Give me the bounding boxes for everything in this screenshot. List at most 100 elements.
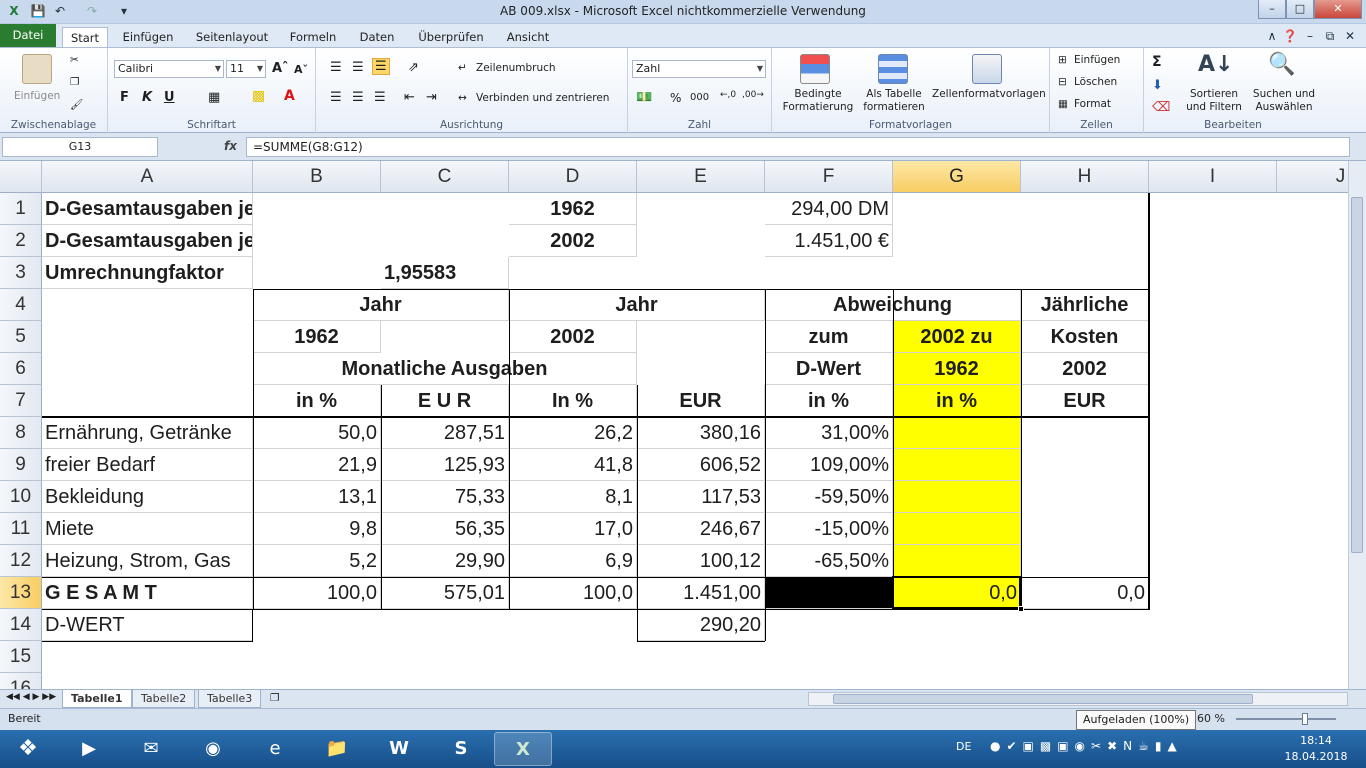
align-right-icon[interactable]: ☰ (374, 90, 386, 105)
cell-f8[interactable]: 31,00% (765, 417, 893, 449)
minimize-ribbon-icon[interactable]: ∧ (1264, 28, 1280, 44)
sheet-tab-1[interactable]: Tabelle1 (62, 690, 132, 708)
wrap-text-button[interactable]: Zeilenumbruch (476, 62, 556, 74)
cell-b4[interactable]: Jahr (253, 289, 509, 321)
italic-icon[interactable]: K (142, 90, 152, 105)
new-sheet-icon[interactable]: ❐ (270, 692, 279, 704)
column-header-c[interactable]: C (381, 161, 509, 193)
close-button[interactable]: ✕ (1314, 0, 1362, 19)
cell-c3[interactable]: 1,95583 (381, 257, 509, 289)
orientation-icon[interactable]: ⇗ (408, 60, 419, 75)
percent-icon[interactable]: % (670, 91, 681, 105)
cell-b9[interactable]: 21,9 (253, 449, 381, 481)
column-header-e[interactable]: E (637, 161, 765, 193)
cell-c11[interactable]: 56,35 (381, 513, 509, 545)
cell-g11[interactable] (893, 513, 1021, 545)
cell-h7[interactable]: EUR (1021, 385, 1149, 417)
horizontal-scrollbar[interactable] (808, 692, 1348, 706)
cell-a8[interactable]: Ernährung, Getränke (42, 417, 253, 449)
align-center-icon[interactable]: ☰ (352, 90, 364, 105)
tab-view[interactable]: Ansicht (502, 27, 554, 47)
row-header-13[interactable]: 13 (0, 577, 42, 609)
row-header-2[interactable]: 2 (0, 225, 42, 257)
doc-minimize-icon[interactable]: – (1302, 28, 1318, 44)
cell-h6[interactable]: 2002 (1021, 353, 1149, 385)
cell-e13[interactable]: 1.451,00 (637, 577, 765, 609)
name-box[interactable]: G13 (2, 137, 158, 157)
clock-date[interactable]: 18.04.2018 (1282, 750, 1350, 763)
row-header-11[interactable]: 11 (0, 513, 42, 545)
cell-g5[interactable]: 2002 zu (893, 321, 1021, 353)
underline-icon[interactable]: U (164, 90, 175, 105)
skype-icon[interactable]: S (432, 732, 490, 766)
tab-review[interactable]: Überprüfen (414, 27, 488, 47)
paste-button[interactable]: Einfügen (14, 90, 60, 102)
vertical-scroll-thumb[interactable] (1351, 197, 1363, 553)
formula-input[interactable]: =SUMME(G8:G12) (246, 137, 1350, 157)
find-select-button[interactable]: Suchen und Auswählen (1248, 88, 1320, 114)
insert-cells-button[interactable]: Einfügen (1074, 54, 1120, 66)
align-left-icon[interactable]: ☰ (330, 90, 342, 105)
cell-g13[interactable]: 0,0 (893, 577, 1021, 609)
delete-cells-button[interactable]: Löschen (1074, 76, 1117, 88)
thousands-icon[interactable]: 000 (690, 92, 709, 103)
word-icon[interactable]: W (370, 732, 428, 766)
row-header-14[interactable]: 14 (0, 609, 42, 641)
cell-a13[interactable]: G E S A M T (42, 577, 253, 609)
cell-c13[interactable]: 575,01 (381, 577, 509, 609)
borders-icon[interactable]: ▦ (208, 90, 220, 105)
zoom-slider[interactable] (1232, 713, 1342, 725)
cell-e10[interactable]: 117,53 (637, 481, 765, 513)
row-header-8[interactable]: 8 (0, 417, 42, 449)
currency-icon[interactable]: 💵 (636, 90, 652, 105)
language-indicator[interactable]: DE (956, 740, 971, 753)
doc-close-icon[interactable]: ✕ (1342, 28, 1358, 44)
tab-file[interactable]: Datei (0, 24, 56, 47)
firefox-icon[interactable]: ◉ (184, 732, 242, 766)
thunderbird-icon[interactable]: ✉ (122, 732, 180, 766)
column-header-d[interactable]: D (509, 161, 637, 193)
cell-b13[interactable]: 100,0 (253, 577, 381, 609)
sheet-tab-2[interactable]: Tabelle2 (132, 690, 196, 708)
font-name-combo[interactable]: Calibri ▼ (114, 60, 224, 78)
tab-start[interactable]: Start (62, 27, 108, 47)
cell-f6[interactable]: D-Wert (765, 353, 893, 385)
cell-a10[interactable]: Bekleidung (42, 481, 253, 513)
column-header-b[interactable]: B (253, 161, 381, 193)
cell-d7[interactable]: In % (509, 385, 637, 417)
cell-e9[interactable]: 606,52 (637, 449, 765, 481)
cell-d13[interactable]: 100,0 (509, 577, 637, 609)
align-top-icon[interactable]: ☰ (330, 60, 342, 75)
align-bottom-icon[interactable]: ☰ (372, 58, 390, 75)
copy-icon[interactable]: ❐ (70, 76, 79, 88)
start-button[interactable]: ❖ (2, 732, 54, 766)
row-header-12[interactable]: 12 (0, 545, 42, 577)
format-as-table-button[interactable]: Als Tabelle formatieren (858, 88, 930, 114)
cell-c7[interactable]: E U R (381, 385, 509, 417)
number-format-combo[interactable]: Zahl ▼ (632, 60, 766, 78)
clear-icon[interactable]: ⌫ (1152, 100, 1170, 115)
align-middle-icon[interactable]: ☰ (352, 60, 364, 75)
sheet-nav-icon[interactable]: ◀◀ ◀ ▶ ▶▶ (6, 692, 56, 702)
cell-f11[interactable]: -15,00% (765, 513, 893, 545)
doc-restore-icon[interactable]: ⧉ (1322, 28, 1338, 44)
cell-d9[interactable]: 41,8 (509, 449, 637, 481)
shrink-font-icon[interactable]: Aˇ (294, 63, 308, 76)
format-cells-button[interactable]: Format (1074, 98, 1111, 110)
grow-font-icon[interactable]: Aˆ (272, 61, 289, 76)
cell-b10[interactable]: 13,1 (253, 481, 381, 513)
row-header-7[interactable]: 7 (0, 385, 42, 417)
format-painter-icon[interactable]: 🖌 (70, 98, 83, 111)
cell-c10[interactable]: 75,33 (381, 481, 509, 513)
row-header-1[interactable]: 1 (0, 193, 42, 225)
column-header-j[interactable]: J (1277, 161, 1348, 193)
increase-decimal-icon[interactable]: ←,0 (720, 90, 736, 100)
cell-g12[interactable] (893, 545, 1021, 577)
cell-d12[interactable]: 6,9 (509, 545, 637, 577)
cell-d11[interactable]: 17,0 (509, 513, 637, 545)
cell-h13[interactable]: 0,0 (1021, 577, 1149, 609)
cell-b8[interactable]: 50,0 (253, 417, 381, 449)
cell-f12[interactable]: -65,50% (765, 545, 893, 577)
cell-d10[interactable]: 8,1 (509, 481, 637, 513)
decrease-decimal-icon[interactable]: ,00→ (742, 90, 764, 100)
